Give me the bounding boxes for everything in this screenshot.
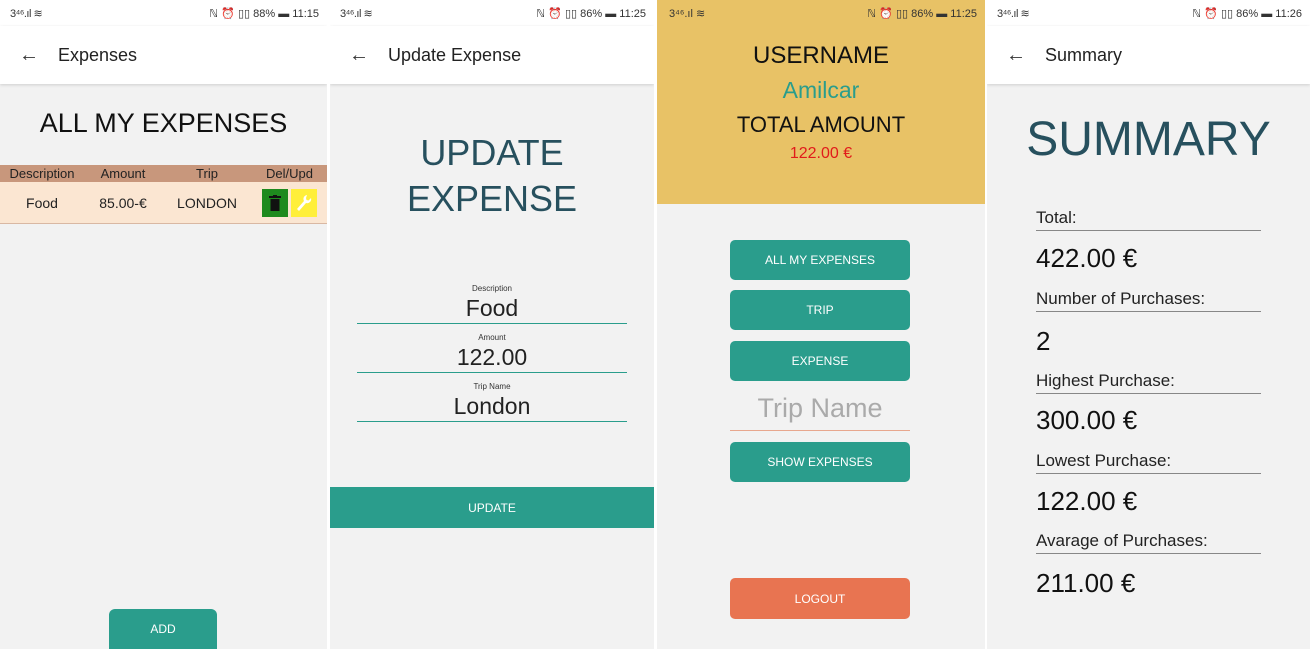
app-bar: ← Expenses bbox=[0, 26, 327, 84]
page-title: Summary bbox=[1045, 44, 1123, 65]
summary-screen: 3⁴⁶.ıl ≋ ℕ ⏰ ▯▯ 86% ▬ 11:26 ← Summary SU… bbox=[987, 0, 1310, 649]
average-purchase-value: 211.00 € bbox=[1036, 568, 1136, 598]
update-expense-screen: 3⁴⁶.ıl ≋ ℕ ⏰ ▯▯ 86% ▬ 11:25 ← Update Exp… bbox=[330, 0, 654, 649]
status-right: ℕ ⏰ ▯▯ 88% ▬ 11:15 bbox=[209, 7, 319, 20]
column-header-description: Description bbox=[9, 166, 75, 181]
average-purchase-label: Avarage of Purchases: bbox=[1036, 531, 1261, 554]
home-screen: 3⁴⁶.ıl ≋ ℕ ⏰ ▯▯ 86% ▬ 11:25 USERNAME Ami… bbox=[657, 0, 985, 649]
update-expense-heading: UPDATE EXPENSE bbox=[330, 130, 654, 222]
status-right: ℕ ⏰ ▯▯ 86% ▬ 11:25 bbox=[867, 7, 977, 20]
back-arrow-icon[interactable]: ← bbox=[0, 44, 58, 67]
signal-icon: 3⁴⁶.ıl ≋ bbox=[997, 7, 1030, 20]
highest-purchase-value: 300.00 € bbox=[1036, 405, 1138, 435]
back-arrow-icon[interactable]: ← bbox=[330, 44, 388, 67]
table-header: Description Amount Trip Del/Upd bbox=[0, 165, 327, 182]
status-right: ℕ ⏰ ▯▯ 86% ▬ 11:26 bbox=[1192, 7, 1302, 20]
amount-value[interactable]: 122.00 bbox=[357, 342, 627, 372]
username-value: Amilcar bbox=[782, 77, 860, 103]
trip-name-input[interactable]: Trip Name bbox=[730, 393, 910, 431]
cell-description: Food bbox=[26, 194, 58, 211]
back-arrow-icon[interactable]: ← bbox=[987, 44, 1045, 67]
amount-field[interactable]: Amount 122.00 bbox=[357, 333, 627, 373]
signal-icon: 3⁴⁶.ıl ≋ bbox=[10, 7, 43, 20]
user-header: 3⁴⁶.ıl ≋ ℕ ⏰ ▯▯ 86% ▬ 11:25 USERNAME Ami… bbox=[657, 0, 985, 204]
total-label: Total: bbox=[1036, 208, 1261, 231]
status-bar: 3⁴⁶.ıl ≋ ℕ ⏰ ▯▯ 86% ▬ 11:25 bbox=[657, 0, 985, 26]
page-title: Expenses bbox=[58, 44, 138, 65]
status-bar: 3⁴⁶.ıl ≋ ℕ ⏰ ▯▯ 86% ▬ 11:25 bbox=[330, 0, 654, 26]
highest-purchase-label: Highest Purchase: bbox=[1036, 371, 1261, 394]
heading-line-2: EXPENSE bbox=[406, 178, 578, 219]
heading-line-1: UPDATE bbox=[420, 132, 564, 173]
table-row: Food 85.00-€ LONDON bbox=[0, 182, 327, 224]
all-my-expenses-button[interactable]: ALL MY EXPENSES bbox=[730, 240, 910, 280]
cell-actions bbox=[252, 188, 327, 217]
username-label: USERNAME bbox=[752, 42, 890, 69]
description-value[interactable]: Food bbox=[357, 293, 627, 323]
delete-button[interactable] bbox=[262, 188, 288, 217]
status-right: ℕ ⏰ ▯▯ 86% ▬ 11:25 bbox=[536, 7, 646, 20]
add-button[interactable]: ADD bbox=[109, 609, 217, 649]
summary-heading: SUMMARY bbox=[1026, 113, 1271, 166]
app-bar: ← Update Expense bbox=[330, 26, 654, 84]
expenses-heading: ALL MY EXPENSES bbox=[39, 108, 288, 138]
description-field[interactable]: Description Food bbox=[357, 284, 627, 324]
expenses-table: Description Amount Trip Del/Upd Food 85.… bbox=[0, 165, 327, 224]
trash-icon bbox=[269, 194, 281, 211]
edit-button[interactable] bbox=[291, 188, 317, 217]
trip-name-label: Trip Name bbox=[473, 382, 511, 391]
update-button[interactable]: UPDATE bbox=[330, 487, 654, 528]
trip-button[interactable]: TRIP bbox=[730, 290, 910, 330]
trip-name-field[interactable]: Trip Name London bbox=[357, 382, 627, 422]
amount-label: Amount bbox=[478, 333, 506, 342]
lowest-purchase-label: Lowest Purchase: bbox=[1036, 451, 1261, 474]
trip-name-value[interactable]: London bbox=[357, 391, 627, 421]
page-title: Update Expense bbox=[388, 44, 522, 65]
column-header-amount: Amount bbox=[100, 166, 146, 181]
lowest-purchase-value: 122.00 € bbox=[1036, 486, 1138, 516]
show-expenses-button[interactable]: SHOW EXPENSES bbox=[730, 442, 910, 482]
wrench-icon bbox=[297, 194, 312, 211]
total-value: 422.00 € bbox=[1036, 243, 1138, 273]
signal-icon: 3⁴⁶.ıl ≋ bbox=[669, 7, 706, 20]
signal-icon: 3⁴⁶.ıl ≋ bbox=[340, 7, 373, 20]
expenses-screen: 3⁴⁶.ıl ≋ ℕ ⏰ ▯▯ 88% ▬ 11:15 ← Expenses A… bbox=[0, 0, 327, 649]
total-amount-value: 122.00 € bbox=[789, 145, 853, 162]
logout-button[interactable]: LOGOUT bbox=[730, 578, 910, 619]
expense-button[interactable]: EXPENSE bbox=[730, 341, 910, 381]
cell-trip: LONDON bbox=[177, 194, 237, 211]
column-header-trip: Trip bbox=[196, 166, 218, 181]
status-bar: 3⁴⁶.ıl ≋ ℕ ⏰ ▯▯ 88% ▬ 11:15 bbox=[0, 0, 327, 26]
purchases-count-label: Number of Purchases: bbox=[1036, 289, 1261, 312]
status-bar: 3⁴⁶.ıl ≋ ℕ ⏰ ▯▯ 86% ▬ 11:26 bbox=[987, 0, 1310, 26]
description-label: Description bbox=[471, 284, 512, 293]
purchases-count-value: 2 bbox=[1036, 326, 1051, 356]
cell-amount: 85.00-€ bbox=[99, 194, 147, 211]
column-header-actions: Del/Upd bbox=[266, 166, 313, 181]
app-bar: ← Summary bbox=[987, 26, 1310, 84]
total-amount-label: TOTAL AMOUNT bbox=[736, 112, 906, 137]
